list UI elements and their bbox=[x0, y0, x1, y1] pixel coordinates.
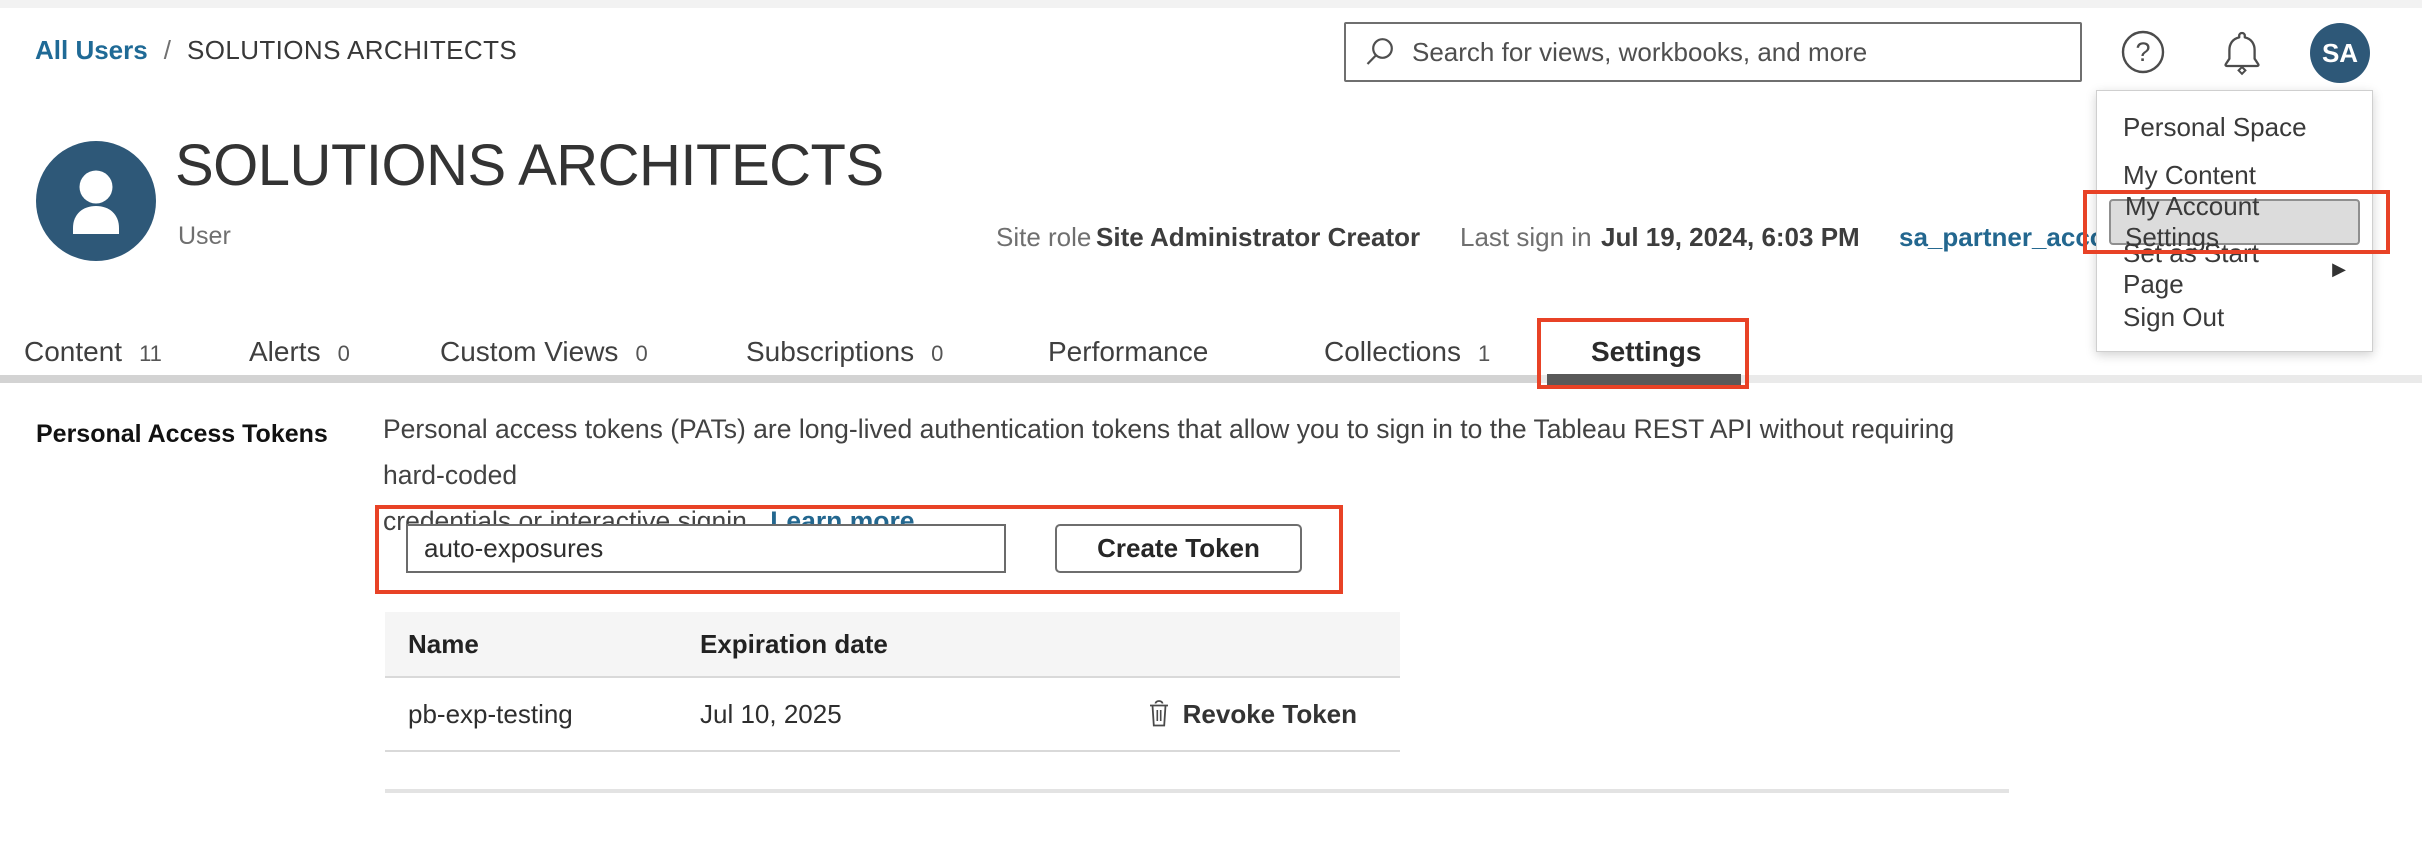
revoke-token-label: Revoke Token bbox=[1183, 699, 1357, 730]
tab-custom-views[interactable]: Custom Views 0 bbox=[440, 330, 648, 380]
bell-icon bbox=[2217, 26, 2267, 78]
create-token-button[interactable]: Create Token bbox=[1055, 524, 1302, 573]
search-box[interactable] bbox=[1344, 22, 2082, 82]
column-header-expiration: Expiration date bbox=[677, 629, 1400, 660]
tab-label: Performance bbox=[1048, 336, 1208, 368]
menu-item-sign-out[interactable]: Sign Out bbox=[2097, 293, 2372, 341]
breadcrumb-separator: / bbox=[164, 35, 171, 66]
last-sign-in-value: Jul 19, 2024, 6:03 PM bbox=[1601, 222, 1860, 253]
tab-track-left bbox=[0, 375, 1539, 383]
tab-count: 0 bbox=[931, 341, 943, 367]
account-avatar-button[interactable]: SA bbox=[2310, 23, 2370, 83]
tab-count: 0 bbox=[338, 341, 350, 367]
token-table-header: Name Expiration date bbox=[385, 612, 1400, 678]
tab-label: Subscriptions bbox=[746, 336, 914, 368]
submenu-arrow-icon: ▶ bbox=[2332, 259, 2346, 280]
breadcrumb-all-users-link[interactable]: All Users bbox=[35, 35, 148, 66]
tab-label: Content bbox=[24, 336, 122, 368]
last-sign-in-label: Last sign in bbox=[1460, 222, 1592, 253]
menu-item-label: Set as Start Page bbox=[2123, 238, 2314, 300]
token-table: Name Expiration date pb-exp-testing Jul … bbox=[385, 612, 1400, 752]
tab-performance[interactable]: Performance bbox=[1048, 330, 1208, 380]
tab-count: 0 bbox=[635, 341, 647, 367]
breadcrumb: All Users / SOLUTIONS ARCHITECTS bbox=[35, 35, 517, 66]
tab-subscriptions[interactable]: Subscriptions 0 bbox=[746, 330, 943, 380]
tab-label: Settings bbox=[1591, 336, 1701, 368]
revoke-token-button[interactable]: Revoke Token bbox=[1147, 699, 1400, 730]
pat-section-label: Personal Access Tokens bbox=[36, 420, 328, 449]
tab-content[interactable]: Content 11 bbox=[24, 330, 162, 380]
menu-item-personal-space[interactable]: Personal Space bbox=[2097, 103, 2372, 151]
tab-settings[interactable]: Settings bbox=[1591, 330, 1701, 380]
site-role-value: Site Administrator Creator bbox=[1096, 222, 1420, 253]
trash-icon bbox=[1147, 699, 1171, 729]
username-link[interactable]: sa_partner_accou bbox=[1899, 222, 2122, 253]
token-expiration-cell: Jul 10, 2025 bbox=[677, 699, 1147, 730]
tab-label: Alerts bbox=[249, 336, 321, 368]
menu-item-label: Sign Out bbox=[2123, 302, 2224, 333]
site-role-label: Site role bbox=[996, 222, 1091, 253]
selected-tab-underline bbox=[1547, 374, 1741, 385]
section-divider bbox=[385, 789, 2009, 793]
tab-collections[interactable]: Collections 1 bbox=[1324, 330, 1490, 380]
avatar-initials: SA bbox=[2322, 38, 2358, 69]
notifications-button[interactable] bbox=[2216, 26, 2268, 78]
table-row: pb-exp-testing Jul 10, 2025 Revoke Token bbox=[385, 678, 1400, 752]
window-top-strip bbox=[0, 0, 2422, 8]
breadcrumb-current: SOLUTIONS ARCHITECTS bbox=[187, 35, 517, 66]
pat-description-line1: Personal access tokens (PATs) are long-l… bbox=[383, 406, 1983, 498]
tab-count: 11 bbox=[139, 341, 162, 367]
profile-avatar bbox=[36, 141, 156, 261]
account-menu: Personal Space My Content My Account Set… bbox=[2096, 90, 2373, 352]
page-title: SOLUTIONS ARCHITECTS bbox=[175, 132, 884, 199]
column-header-name: Name bbox=[385, 629, 677, 660]
token-name-input[interactable] bbox=[406, 524, 1006, 573]
svg-text:?: ? bbox=[2135, 37, 2150, 67]
tab-label: Collections bbox=[1324, 336, 1461, 368]
menu-item-label: Personal Space bbox=[2123, 112, 2307, 143]
tab-alerts[interactable]: Alerts 0 bbox=[249, 330, 350, 380]
help-button[interactable]: ? bbox=[2118, 26, 2170, 78]
search-input[interactable] bbox=[1410, 36, 2080, 69]
help-icon: ? bbox=[2119, 27, 2169, 77]
token-name-cell: pb-exp-testing bbox=[385, 699, 677, 730]
menu-item-label: My Content bbox=[2123, 160, 2256, 191]
search-icon bbox=[1362, 35, 1396, 69]
profile-subtitle: User bbox=[178, 222, 231, 251]
tab-label: Custom Views bbox=[440, 336, 618, 368]
tab-count: 1 bbox=[1478, 341, 1490, 367]
person-icon bbox=[36, 141, 156, 261]
